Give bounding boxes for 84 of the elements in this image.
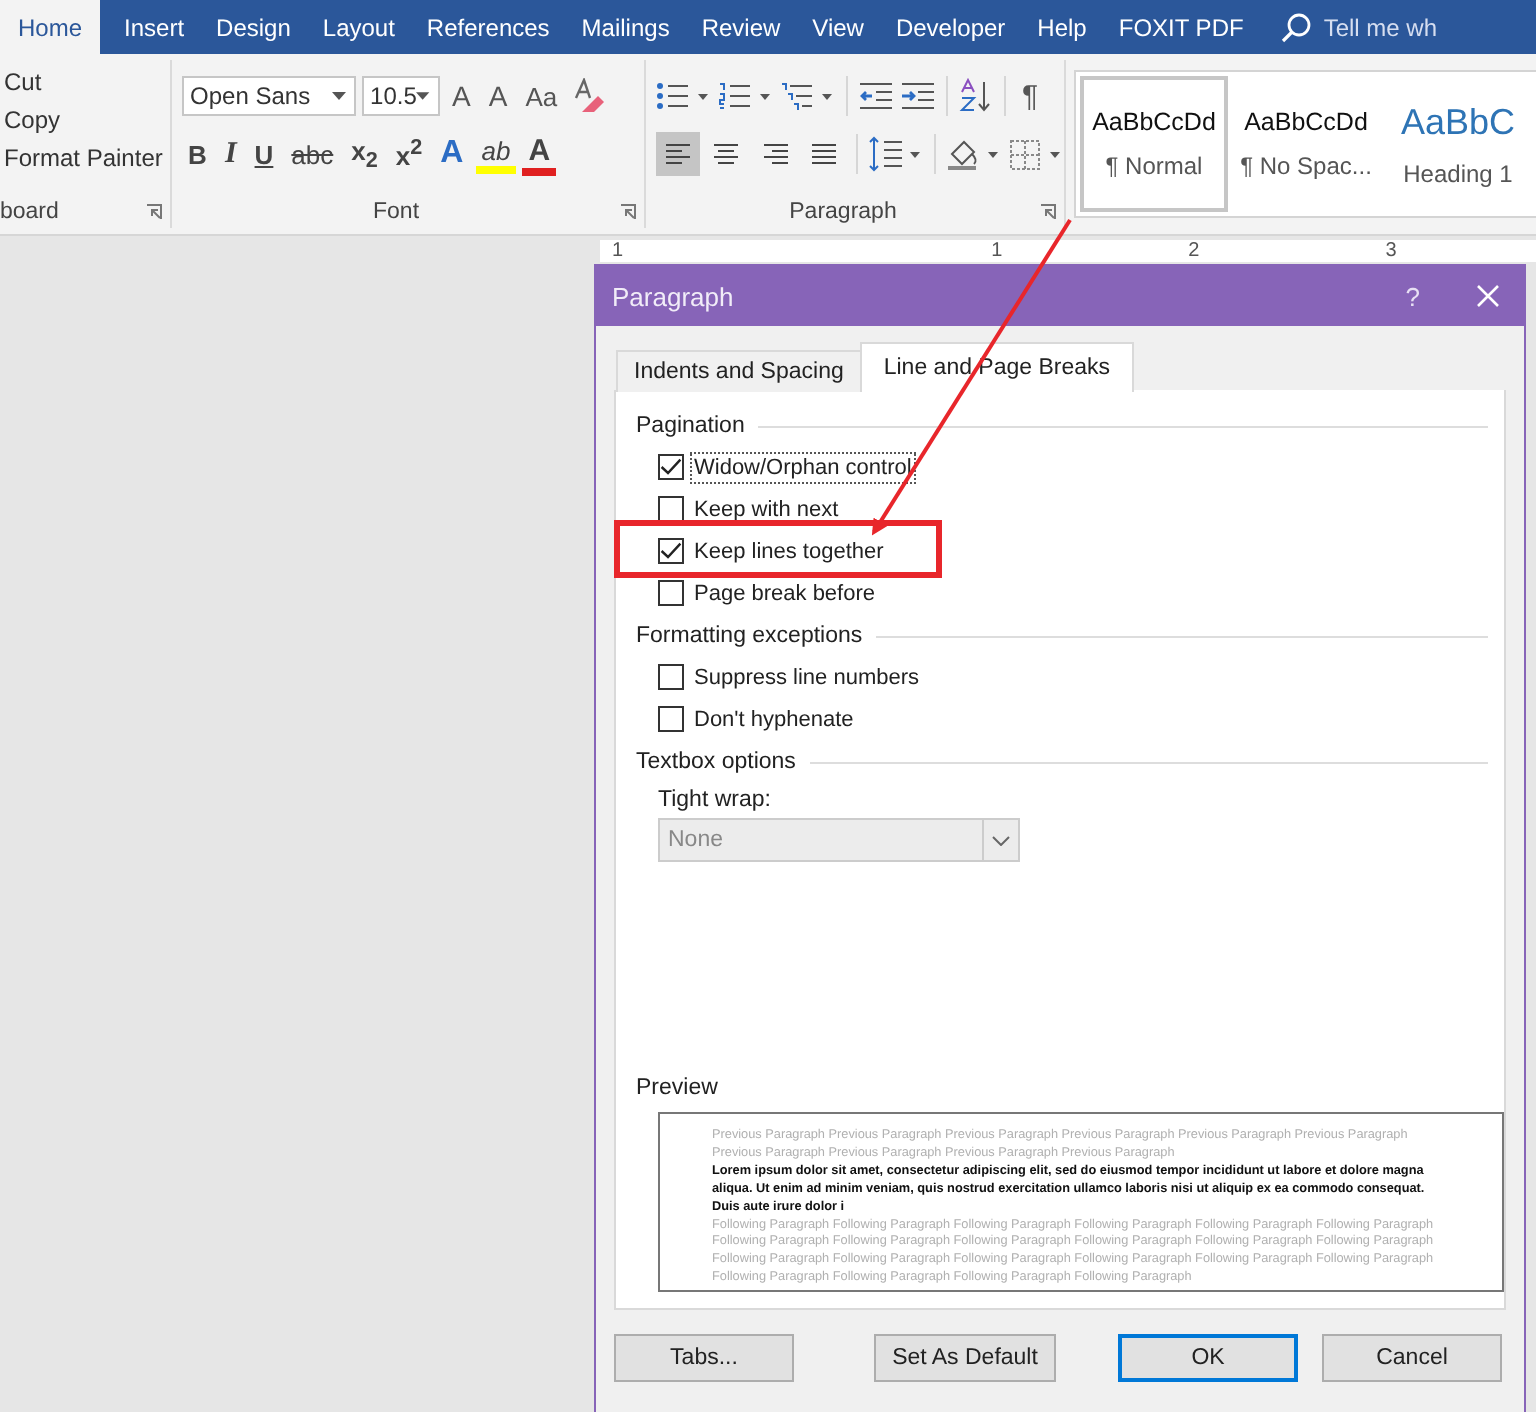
multilevel-list-icon[interactable] xyxy=(780,80,836,112)
checkbox-label[interactable]: Keep with next xyxy=(690,493,843,525)
dialog-launcher-icon[interactable] xyxy=(146,204,163,220)
checkbox-label[interactable]: Page break before xyxy=(690,577,880,609)
sort-icon[interactable] xyxy=(958,78,994,114)
ribbon-tab[interactable]: Developer xyxy=(879,0,1022,54)
dialog-launcher-icon[interactable] xyxy=(1040,204,1056,220)
eraser-icon[interactable] xyxy=(569,78,606,114)
checkbox-label[interactable]: Widow/Orphan control xyxy=(690,451,916,483)
decrease-indent-icon[interactable] xyxy=(858,80,894,112)
borders-icon[interactable] xyxy=(1008,136,1065,172)
ribbon-tab[interactable]: References xyxy=(410,0,566,54)
font-size-field[interactable]: 10.5 xyxy=(362,76,441,116)
style-item[interactable]: AaBbCcDd ¶ No Spac... xyxy=(1232,76,1380,212)
clipboard-button[interactable]: Cut xyxy=(0,64,46,100)
ribbon-tab[interactable]: Design xyxy=(200,0,307,54)
dropdown-arrow-icon xyxy=(332,92,347,100)
section-title: Textbox options xyxy=(636,750,796,774)
font-format-button[interactable]: x$_{2}$ xyxy=(345,135,384,173)
bullets-icon[interactable] xyxy=(656,80,712,112)
font-format-button[interactable]: A xyxy=(434,136,470,172)
font-format-button[interactable]: x$^{2}$ xyxy=(389,136,429,172)
search-icon xyxy=(1279,11,1312,43)
increase-indent-icon[interactable] xyxy=(900,80,936,112)
dialog-button[interactable]: OK xyxy=(1118,1334,1298,1382)
ribbon-tab[interactable]: Insert xyxy=(108,0,201,54)
ribbon-tab[interactable]: Review xyxy=(685,0,797,54)
checkbox[interactable] xyxy=(658,496,684,522)
dialog-button[interactable]: Set As Default xyxy=(874,1334,1056,1382)
align-icon xyxy=(761,142,790,166)
font-format-button[interactable]: ab xyxy=(475,135,517,173)
ruler: 1 1 2 3 xyxy=(600,240,1536,262)
checkbox[interactable] xyxy=(658,538,684,564)
section-title: Preview xyxy=(636,1076,718,1100)
ribbon-tab[interactable]: FOXIT PDF xyxy=(1102,0,1260,54)
font-format-button[interactable]: abc xyxy=(285,139,340,169)
ribbon-tab[interactable]: Mailings xyxy=(565,0,686,54)
numbering-icon[interactable] xyxy=(718,80,774,112)
dropdown-arrow-icon xyxy=(416,92,431,100)
help-button[interactable]: ? xyxy=(1393,279,1432,313)
ribbon-tab[interactable]: Layout xyxy=(306,0,411,54)
ribbon-tab[interactable]: Help xyxy=(1021,0,1103,54)
field-label: Tight wrap: xyxy=(658,788,773,812)
align-icon xyxy=(663,142,692,166)
close-icon[interactable] xyxy=(1476,284,1500,308)
section-title: Pagination xyxy=(636,414,745,438)
ribbon-tab[interactable]: Home xyxy=(0,0,101,54)
align-button[interactable] xyxy=(656,132,700,176)
grow-font-button[interactable]: A xyxy=(446,80,477,112)
dialog-button[interactable]: Tabs... xyxy=(614,1334,794,1382)
checkbox-label[interactable]: Don't hyphenate xyxy=(690,703,858,735)
show-formatting-marks-button[interactable]: ¶ xyxy=(1016,79,1045,113)
checkbox[interactable] xyxy=(658,706,684,732)
checkbox-label[interactable]: Suppress line numbers xyxy=(690,661,924,693)
tell-me-field[interactable]: Tell me wh xyxy=(1323,13,1437,41)
dialog-title: Paragraph xyxy=(612,281,736,311)
checkbox[interactable] xyxy=(658,664,684,690)
dialog-button[interactable]: Cancel xyxy=(1322,1334,1502,1382)
checkbox[interactable] xyxy=(658,454,684,480)
font-format-button[interactable]: B xyxy=(182,139,213,169)
dialog-tab[interactable]: Indents and Spacing xyxy=(616,350,862,392)
group-label: board xyxy=(0,200,59,224)
chevron-down-icon xyxy=(992,835,1010,845)
shading-icon[interactable] xyxy=(946,136,1003,172)
ribbon-tab[interactable]: View xyxy=(796,0,880,54)
group-label: Paragraph xyxy=(789,200,897,224)
checkbox-label[interactable]: Keep lines together xyxy=(690,535,888,567)
line-spacing-icon[interactable] xyxy=(868,136,925,172)
align-icon xyxy=(810,142,839,166)
change-case-button[interactable]: Aa xyxy=(519,81,564,111)
dialog-launcher-icon[interactable] xyxy=(620,204,636,220)
font-name-field[interactable]: Open Sans xyxy=(182,76,357,116)
style-item[interactable]: AaBbC Heading 1 xyxy=(1384,76,1532,212)
align-icon xyxy=(712,142,741,166)
font-format-button[interactable]: U xyxy=(248,139,280,169)
style-item[interactable]: AaBbCcDd ¶ Normal xyxy=(1080,76,1228,212)
font-format-button[interactable]: I xyxy=(218,137,243,171)
clipboard-button[interactable]: Copy xyxy=(0,102,65,138)
section-title: Formatting exceptions xyxy=(636,624,863,648)
clipboard-button[interactable]: Format Painter xyxy=(0,140,167,176)
shrink-font-button[interactable]: A xyxy=(482,80,514,112)
font-format-button[interactable]: A xyxy=(522,133,557,175)
group-label: Font xyxy=(373,200,420,224)
checkbox[interactable] xyxy=(658,580,684,606)
